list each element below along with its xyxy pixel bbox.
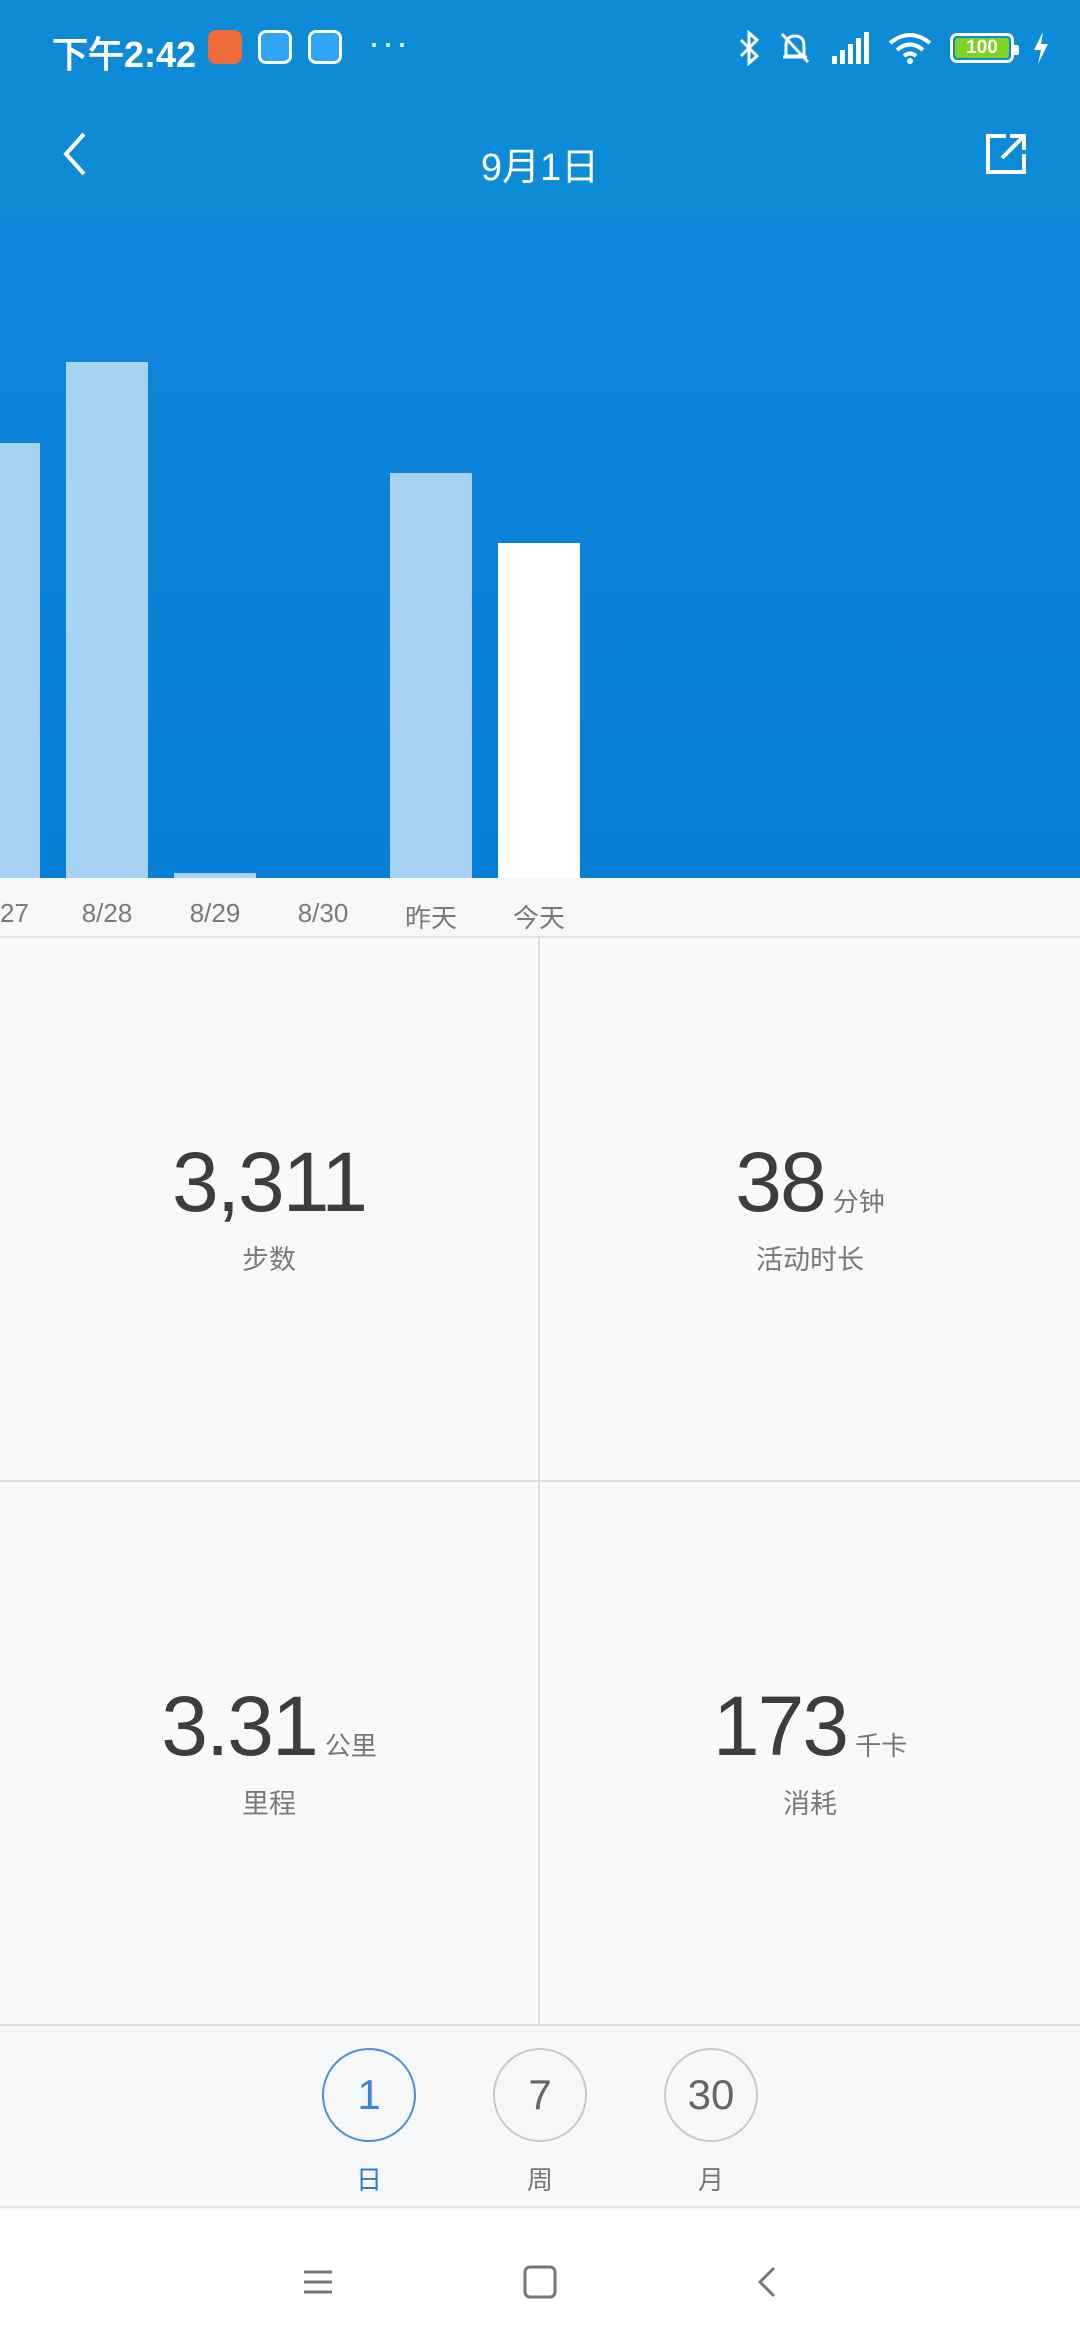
system-icons: 100: [738, 28, 1050, 68]
x-tick-label-0: 27: [0, 898, 29, 928]
active-time-value: 38: [735, 1135, 826, 1229]
mi-store-notification-icon: [208, 30, 242, 64]
app-notification-icon-2: [308, 30, 342, 64]
distance-value-row: 3.31 公里: [0, 1678, 538, 1775]
distance-value: 3.31: [161, 1679, 318, 1773]
x-tick-label-5: 今天: [512, 903, 565, 933]
range-week-label: 周: [526, 2165, 553, 2195]
active-time-label: 活动时长: [756, 1245, 864, 1275]
system-nav-bar: [0, 2210, 1080, 2340]
back-triangle-icon[interactable]: [740, 2254, 796, 2310]
calories-label: 消耗: [783, 1789, 837, 1819]
distance-unit: 公里: [324, 1731, 377, 1761]
distance-label: 里程: [242, 1789, 296, 1819]
chart-bar-5[interactable]: [498, 543, 580, 878]
battery-icon: 100: [950, 33, 1019, 63]
steps-label: 步数: [242, 1245, 296, 1275]
battery-tip: [1014, 45, 1019, 55]
x-tick-label-1: 8/28: [81, 898, 133, 928]
share-external-icon[interactable]: [982, 130, 1030, 178]
active-time-unit: 分钟: [832, 1187, 885, 1217]
range-month-button[interactable]: 30: [664, 2048, 758, 2142]
steps-stat: 3,311 步数: [0, 938, 540, 1482]
toolbar: 9月1日: [0, 110, 1080, 210]
calories-value-row: 173 千卡: [540, 1678, 1080, 1775]
distance-stat: 3.31 公里 里程: [0, 1482, 540, 2026]
home-square-icon[interactable]: [512, 2254, 568, 2310]
steps-bar-chart[interactable]: [0, 220, 1080, 878]
chart-bar-1[interactable]: [66, 362, 148, 878]
mute-bell-icon: [780, 32, 810, 64]
range-month-label: 月: [697, 2165, 724, 2195]
range-week-button[interactable]: 7: [493, 2048, 587, 2142]
more-notifications-icon: ···: [368, 22, 410, 63]
range-day-label: 日: [355, 2165, 382, 2195]
x-tick-label-3: 8/30: [297, 898, 349, 928]
chart-bar-4[interactable]: [390, 473, 472, 878]
menu-icon[interactable]: [290, 2254, 346, 2310]
calories-stat: 173 千卡 消耗: [540, 1482, 1080, 2026]
calories-value: 173: [712, 1679, 849, 1773]
calories-unit: 千卡: [855, 1731, 908, 1761]
x-tick-label-2: 8/29: [189, 898, 241, 928]
range-selector: 1 日 7 周 30 月: [0, 2026, 1080, 2208]
battery-level: 100: [966, 37, 998, 58]
chart-x-axis: 27 8/28 8/29 8/30 昨天 今天: [0, 878, 1080, 938]
app-notification-icon: [258, 30, 292, 64]
charging-icon: [1034, 32, 1048, 64]
active-time-value-row: 38 分钟: [540, 1134, 1080, 1231]
status-time: 下午2:42: [52, 34, 197, 75]
wifi-icon: [888, 33, 932, 64]
page-title: 9月1日: [480, 147, 600, 189]
range-day-button[interactable]: 1: [322, 2048, 416, 2142]
header: 下午2:42 ··· 100 9月1日: [0, 0, 1080, 220]
bluetooth-icon: [739, 30, 760, 66]
status-bar: 下午2:42 ··· 100: [0, 0, 1080, 96]
steps-value: 3,311: [172, 1135, 368, 1229]
active-time-stat: 38 分钟 活动时长: [540, 938, 1080, 1482]
signal-icon: [832, 32, 869, 64]
steps-value-row: 3,311: [0, 1134, 538, 1231]
chart-bar-0[interactable]: [0, 443, 40, 878]
stats-grid: 3,311 步数 38 分钟 活动时长 3.31 公里 里程 173 千卡 消耗: [0, 938, 1080, 2026]
x-tick-label-4: 昨天: [404, 903, 457, 933]
